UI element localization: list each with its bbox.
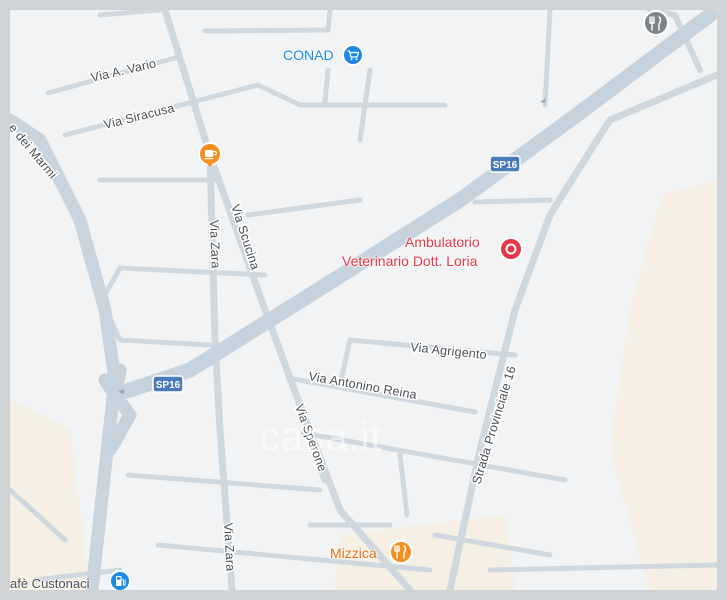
top-restaurant-icon[interactable]	[642, 10, 670, 38]
street-label-via-zara-upper: Via Zara Via Zara	[206, 218, 225, 270]
street-label-via-reina: Via Antonino Reina Via Antonino Reina	[306, 368, 419, 404]
svg-text:Via Agrigento: Via Agrigento	[410, 340, 488, 362]
sp16-shield-lower: SP16	[152, 375, 184, 393]
road-upper-right-sweep	[571, 71, 717, 179]
road-right-spur	[472, 197, 553, 205]
mizzica-label[interactable]: Mizzica	[330, 545, 377, 561]
street-label-via-vario: Via A. Vario Via A. Vario	[88, 55, 159, 87]
svg-text:Via Zara: Via Zara	[221, 522, 238, 571]
land-area-left	[10, 400, 90, 590]
road-upper-right-branch	[542, 10, 553, 108]
svg-text:SP16: SP16	[156, 380, 181, 391]
shopping-cart-icon[interactable]	[341, 43, 365, 67]
street-label-via-zara-lower: Via Zara Via Zara	[220, 521, 240, 573]
coffee-cup-icon[interactable]	[197, 141, 223, 173]
vet-name-line1[interactable]: Ambulatorio	[405, 234, 480, 250]
road-top-horizontal	[202, 10, 333, 34]
vet-name-line2[interactable]: Veterinario Dott. Loria	[342, 253, 477, 269]
casa-it-watermark: casa.it	[260, 415, 383, 459]
road-sp16	[107, 10, 717, 403]
road-conad-spur	[322, 67, 331, 105]
road-top-1	[97, 10, 163, 18]
svg-text:SP16: SP16	[493, 160, 518, 171]
map-frame: Via A. Vario Via A. Vario Via Siracusa V…	[0, 0, 727, 600]
conad-label[interactable]: CONAD	[283, 47, 334, 63]
svg-text:Via A. Vario: Via A. Vario	[90, 56, 158, 85]
street-label-via-agrigento: Via Agrigento Via Agrigento	[408, 339, 489, 364]
map-canvas[interactable]: Via A. Vario Via A. Vario Via Siracusa V…	[10, 10, 717, 590]
restaurant-icon[interactable]	[388, 539, 414, 565]
street-label-via-siracusa: Via Siracusa Via Siracusa	[101, 99, 178, 133]
svg-text:Via Antonino Reina: Via Antonino Reina	[307, 369, 417, 402]
cafe-custonaci-label[interactable]: afè Custonaci	[10, 576, 90, 590]
road-lower-spur	[397, 452, 410, 518]
location-pin-icon[interactable]	[498, 236, 524, 262]
road-mid-branch	[245, 197, 363, 218]
map-base-layer: Via A. Vario Via A. Vario Via Siracusa V…	[10, 10, 717, 590]
svg-text:Via Siracusa: Via Siracusa	[102, 101, 176, 132]
land-area-right	[610, 180, 717, 590]
sp16-shield-upper: SP16	[489, 155, 521, 173]
svg-text:Via Zara: Via Zara	[207, 220, 223, 269]
gas-station-icon[interactable]	[108, 569, 132, 590]
